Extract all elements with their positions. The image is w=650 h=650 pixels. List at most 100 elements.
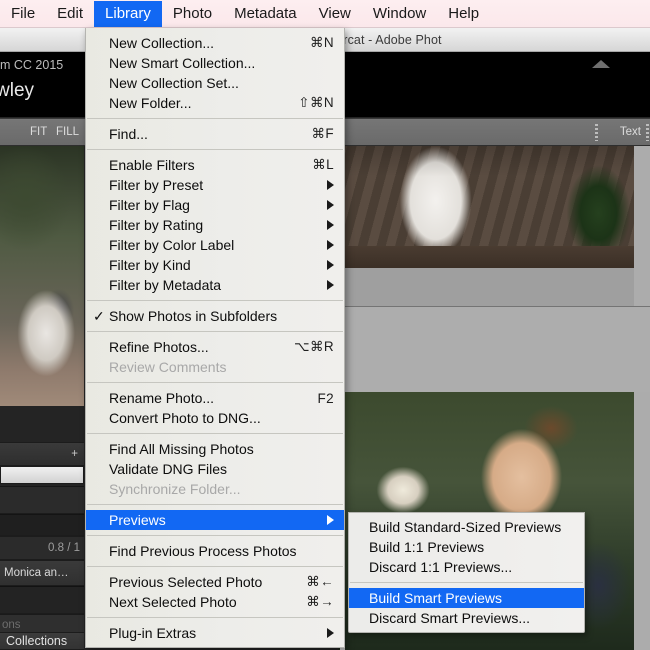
menubar-item-library[interactable]: Library — [94, 1, 162, 27]
library-menu-item-filter-by-rating[interactable]: Filter by Rating — [86, 215, 344, 235]
menubar-item-file[interactable]: File — [0, 1, 46, 27]
previews-submenu-item-build-standard-sized-previews[interactable]: Build Standard-Sized Previews — [349, 517, 584, 537]
menu-item-shortcut: ⌘← — [292, 574, 334, 590]
menu-item-shortcut: ⌘F — [297, 126, 334, 142]
menu-item-label: Filter by Preset — [109, 177, 317, 193]
menu-item-label: New Collection Set... — [109, 75, 334, 91]
menu-item-label: Discard Smart Previews... — [369, 610, 574, 626]
menu-item-label: Rename Photo... — [109, 390, 303, 406]
library-menu-item-enable-filters[interactable]: Enable Filters⌘L — [86, 155, 344, 175]
content-gap-right-1 — [634, 146, 650, 306]
left-panel-section-2 — [0, 514, 84, 536]
menu-separator — [87, 433, 343, 434]
fill-button[interactable]: FILL — [56, 126, 79, 138]
library-menu-item-new-smart-collection[interactable]: New Smart Collection... — [86, 53, 344, 73]
submenu-arrow-icon — [327, 240, 334, 250]
menu-separator — [87, 566, 343, 567]
menu-item-label: Filter by Color Label — [109, 237, 317, 253]
submenu-arrow-icon — [327, 180, 334, 190]
content-gap-2 — [338, 306, 650, 392]
submenu-arrow-icon — [327, 200, 334, 210]
menu-separator — [87, 149, 343, 150]
thumbnail-dress-photo[interactable] — [338, 146, 634, 268]
menu-item-label: Enable Filters — [109, 157, 298, 173]
menu-item-shortcut: ⌘N — [296, 35, 334, 51]
library-menu-item-filter-by-metadata[interactable]: Filter by Metadata — [86, 275, 344, 295]
library-menu-item-filter-by-preset[interactable]: Filter by Preset — [86, 175, 344, 195]
library-menu-item-previous-selected-photo[interactable]: Previous Selected Photo⌘← — [86, 572, 344, 592]
menu-item-label: Filter by Flag — [109, 197, 317, 213]
selected-photo-name: Monica an… — [0, 560, 84, 586]
content-gap-right-2 — [634, 392, 650, 650]
menubar-item-photo[interactable]: Photo — [162, 1, 223, 27]
submenu-arrow-icon — [327, 280, 334, 290]
menubar-item-window[interactable]: Window — [362, 1, 437, 27]
library-menu-item-show-photos-in-subfolders[interactable]: ✓Show Photos in Subfolders — [86, 306, 344, 326]
library-menu-item-new-collection-set[interactable]: New Collection Set... — [86, 73, 344, 93]
library-menu-item-review-comments: Review Comments — [86, 357, 344, 377]
menu-separator — [87, 331, 343, 332]
left-panel-section-1 — [0, 486, 84, 514]
library-menu-item-filter-by-flag[interactable]: Filter by Flag — [86, 195, 344, 215]
module-identity-label: m CC 2015 — [0, 58, 63, 72]
previews-submenu-item-discard-1-1-previews[interactable]: Discard 1:1 Previews... — [349, 557, 584, 577]
macos-menu-bar: FileEditLibraryPhotoMetadataViewWindowHe… — [0, 0, 650, 28]
submenu-arrow-icon — [327, 628, 334, 638]
menu-item-label: Build Smart Previews — [369, 590, 574, 606]
library-menu-item-synchronize-folder: Synchronize Folder... — [86, 479, 344, 499]
menu-separator — [87, 300, 343, 301]
menu-item-label: New Folder... — [109, 95, 284, 111]
library-menu-item-filter-by-kind[interactable]: Filter by Kind — [86, 255, 344, 275]
library-menu-item-validate-dng-files[interactable]: Validate DNG Files — [86, 459, 344, 479]
library-menu-item-convert-photo-to-dng[interactable]: Convert Photo to DNG... — [86, 408, 344, 428]
menu-item-label: Discard 1:1 Previews... — [369, 559, 574, 575]
previews-submenu-item-discard-smart-previews[interactable]: Discard Smart Previews... — [349, 608, 584, 628]
menu-item-label: Synchronize Folder... — [109, 481, 334, 497]
fit-button[interactable]: FIT — [30, 126, 47, 138]
library-menu-item-filter-by-color-label[interactable]: Filter by Color Label — [86, 235, 344, 255]
menubar-item-edit[interactable]: Edit — [46, 1, 94, 27]
previews-submenu-item-build-1-1-previews[interactable]: Build 1:1 Previews — [349, 537, 584, 557]
submenu-arrow-icon — [327, 515, 334, 525]
menu-item-label: Filter by Metadata — [109, 277, 317, 293]
thumbnail-couple-photo[interactable] — [0, 146, 84, 406]
menu-item-label: Build Standard-Sized Previews — [369, 519, 574, 535]
text-overlay-button[interactable]: Text — [620, 126, 641, 138]
menubar-item-help[interactable]: Help — [437, 1, 490, 27]
library-menu-item-plug-in-extras[interactable]: Plug-in Extras — [86, 623, 344, 643]
previews-submenu-item-build-smart-previews[interactable]: Build Smart Previews — [349, 588, 584, 608]
checkmark-icon: ✓ — [93, 306, 105, 326]
menu-item-shortcut: F2 — [303, 391, 334, 406]
library-menu-item-find-all-missing-photos[interactable]: Find All Missing Photos — [86, 439, 344, 459]
library-menu-item-refine-photos[interactable]: Refine Photos...⌥⌘R — [86, 337, 344, 357]
menubar-item-view[interactable]: View — [308, 1, 362, 27]
menu-item-label: Show Photos in Subfolders — [109, 308, 334, 324]
library-menu-item-new-collection[interactable]: New Collection...⌘N — [86, 33, 344, 53]
menu-separator — [87, 118, 343, 119]
menu-item-shortcut: ⇧⌘N — [284, 95, 334, 111]
toolbar-divider-dots-icon-2 — [646, 124, 649, 141]
module-identity-name: wley — [0, 80, 34, 102]
library-menu-item-previews[interactable]: Previews — [86, 510, 344, 530]
library-menu-item-find-previous-process-photos[interactable]: Find Previous Process Photos — [86, 541, 344, 561]
library-menu-item-rename-photo[interactable]: Rename Photo...F2 — [86, 388, 344, 408]
submenu-arrow-icon — [327, 220, 334, 230]
library-dropdown-menu: New Collection...⌘NNew Smart Collection.… — [85, 28, 345, 648]
menu-item-shortcut: ⌥⌘R — [280, 339, 334, 355]
previews-submenu: Build Standard-Sized Previews Build 1:1 P… — [348, 512, 585, 633]
left-panel-slider-track[interactable] — [0, 466, 84, 484]
library-menu-item-find[interactable]: Find...⌘F — [86, 124, 344, 144]
menu-separator — [350, 582, 583, 583]
library-menu-item-new-folder[interactable]: New Folder...⇧⌘N — [86, 93, 344, 113]
menu-item-label: Filter by Rating — [109, 217, 317, 233]
menu-item-label: Plug-in Extras — [109, 625, 317, 641]
menu-item-shortcut: ⌘→ — [292, 594, 334, 610]
menu-item-label: Review Comments — [109, 359, 334, 375]
menu-item-label: Convert Photo to DNG... — [109, 410, 334, 426]
menu-item-shortcut: ⌘L — [298, 157, 334, 173]
menubar-item-metadata[interactable]: Metadata — [223, 1, 308, 27]
panel-collapse-arrow-icon[interactable] — [592, 60, 610, 68]
library-menu-item-next-selected-photo[interactable]: Next Selected Photo⌘→ — [86, 592, 344, 612]
collections-panel-header[interactable]: Collections — [0, 632, 84, 650]
left-panel-add-button[interactable]: + — [0, 442, 84, 466]
